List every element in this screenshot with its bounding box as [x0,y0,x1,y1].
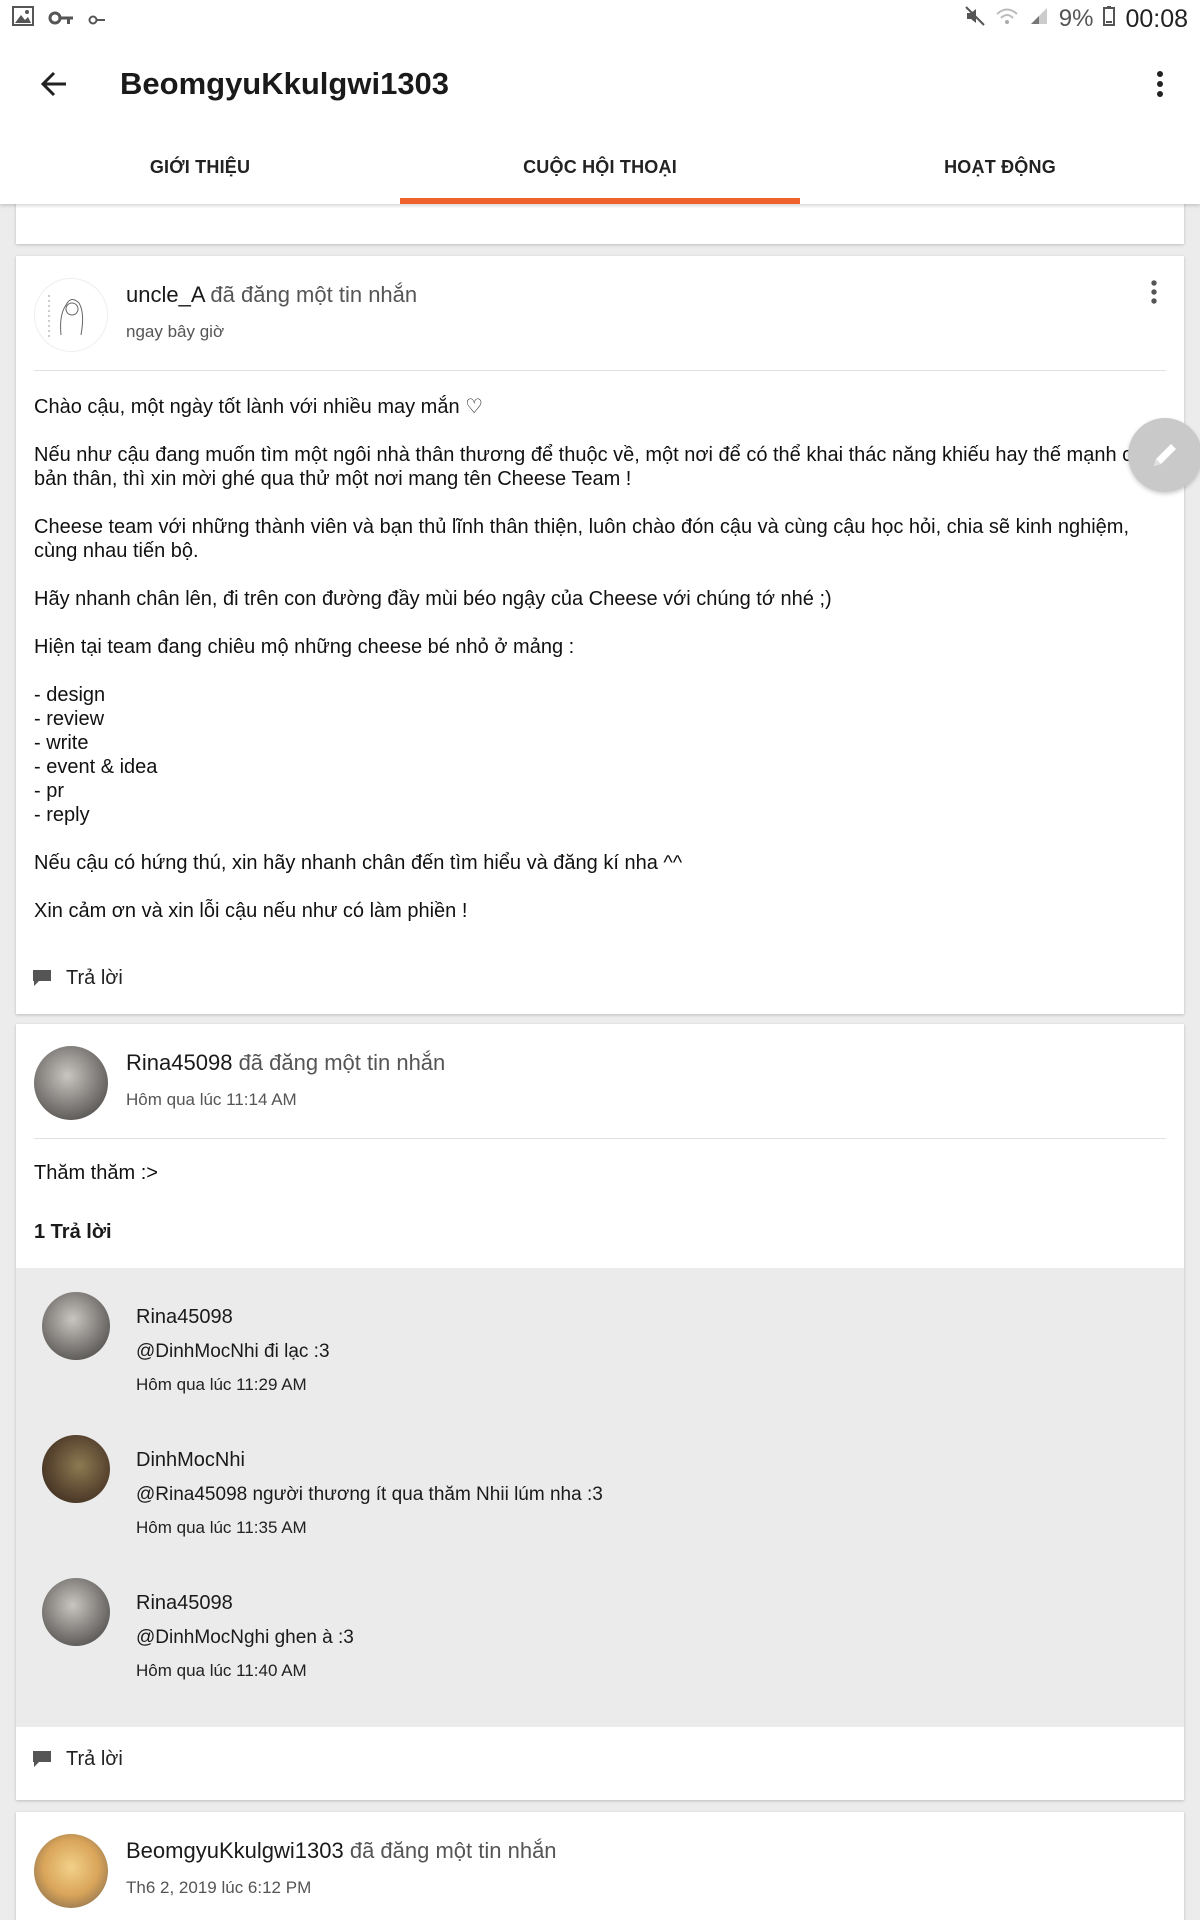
arrow-back-icon [40,71,66,97]
more-vert-icon [1151,280,1157,304]
post-action: đã đăng một tin nhắn [238,1050,446,1075]
key-icon [48,5,74,33]
tab-gioi-thieu[interactable]: GIỚI THIỆU [0,130,400,204]
post-card: uncle_A đã đăng một tin nhắn ngay bây gi… [16,256,1184,1014]
reply-text: @DinhMocNhi đi lạc :3 [136,1341,330,1362]
more-vert-icon [1157,71,1163,97]
reply-time: Hôm qua lúc 11:40 AM [136,1661,307,1680]
image-icon [12,5,34,33]
sketch-avatar-icon [48,295,84,340]
replies-list: Rina45098 @DinhMocNhi đi lạc :3 Hôm qua … [16,1268,1184,1727]
signal-icon [1029,5,1049,33]
reply-item: DinhMocNhi @Rina45098 người thương ít qu… [16,1435,1184,1578]
post-paragraph: Hiện tại team đang chiêu mộ những cheese… [34,636,575,658]
post-body: Thăm thăm :> [16,1139,1184,1185]
post-paragraph: Nếu như cậu đang muốn tìm một ngôi nhà t… [34,444,1155,490]
reply-item: Rina45098 @DinhMocNhi đi lạc :3 Hôm qua … [16,1292,1184,1435]
reply-button[interactable]: Trả lời [16,1727,1184,1791]
avatar[interactable] [42,1578,110,1646]
tab-hoat-dong[interactable]: HOẠT ĐỘNG [800,130,1200,204]
chat-bubble-icon [32,1750,52,1768]
avatar[interactable] [42,1292,110,1360]
post-paragraph: Xin cảm ơn và xin lỗi cậu nếu như có làm… [34,900,468,922]
post-body: Chào cậu, một ngày tốt lành với nhiều ma… [16,371,1184,923]
list-item: - review [34,708,105,730]
post-author[interactable]: Rina45098 [126,1050,232,1075]
post-author[interactable]: BeomgyuKkulgwi1303 [126,1838,344,1863]
clock: 00:08 [1125,4,1188,33]
mute-icon [965,5,985,33]
post-action: đã đăng một tin nhắn [349,1838,557,1863]
post-author[interactable]: uncle_A [126,282,204,307]
battery-icon [1103,5,1116,33]
tab-bar: GIỚI THIỆU CUỘC HỘI THOẠI HOẠT ĐỘNG [0,130,1200,204]
post-card: BeomgyuKkulgwi1303 đã đăng một tin nhắn … [16,1812,1184,1920]
reply-time: Hôm qua lúc 11:35 AM [136,1518,307,1537]
compose-button[interactable] [1128,418,1200,492]
reply-text: @Rina45098 người thương ít qua thăm Nhii… [136,1484,603,1505]
post-menu-button[interactable] [1150,280,1158,309]
page-title: BeomgyuKkulgwi1303 [120,66,450,101]
post-time: ngay bây giờ [126,322,225,341]
pencil-icon [1154,444,1176,466]
post-action: đã đăng một tin nhắn [210,282,418,307]
reply-label: Trả lời [66,1747,123,1770]
app-bar: BeomgyuKkulgwi1303 [0,38,1200,130]
list-item: - event & idea [34,756,158,778]
replies-count: 1 Trả lời [34,1221,112,1243]
avatar[interactable] [42,1435,110,1503]
tab-cuoc-hoi-thoai[interactable]: CUỘC HỘI THOẠI [400,130,800,204]
post-time: Th6 2, 2019 lúc 6:12 PM [126,1878,312,1897]
list-item: - pr [34,780,64,802]
reply-time: Hôm qua lúc 11:29 AM [136,1375,307,1394]
post-paragraph: Chào cậu, một ngày tốt lành với nhiều ma… [34,396,484,418]
chat-bubble-icon [32,969,52,987]
reply-author[interactable]: DinhMocNhi [136,1449,603,1472]
list-item: - write [34,732,89,754]
list-item: - reply [34,804,90,826]
post-paragraph: Nếu cậu có hứng thú, xin hãy nhanh chân … [34,852,683,874]
wifi-icon [995,5,1019,33]
post-paragraph: Cheese team với những thành viên và bạn … [34,516,1130,562]
back-button[interactable] [0,38,108,130]
post-card: Rina45098 đã đăng một tin nhắn Hôm qua l… [16,1024,1184,1800]
list-item: - design [34,684,106,706]
post-time: Hôm qua lúc 11:14 AM [126,1090,297,1109]
avatar[interactable] [34,278,108,352]
reply-text: @DinhMocNghi ghen à :3 [136,1627,354,1648]
status-bar: 9% 00:08 [0,0,1200,38]
post-text: Thăm thăm :> [34,1162,158,1184]
more-options-button[interactable] [1120,38,1200,130]
reply-author[interactable]: Rina45098 [136,1306,330,1329]
reply-author[interactable]: Rina45098 [136,1592,354,1615]
post-list: - design - review - write - event & idea… [34,683,1166,827]
reply-label: Trả lời [66,966,123,989]
reply-button[interactable]: Trả lời [16,950,139,1006]
avatar[interactable] [34,1046,108,1120]
key-small-icon [88,5,106,33]
reply-item: Rina45098 @DinhMocNghi ghen à :3 Hôm qua… [16,1578,1184,1721]
avatar[interactable] [34,1834,108,1908]
battery-percent: 9% [1058,5,1094,32]
post-paragraph: Hãy nhanh chân lên, đi trên con đường đầ… [34,588,832,610]
